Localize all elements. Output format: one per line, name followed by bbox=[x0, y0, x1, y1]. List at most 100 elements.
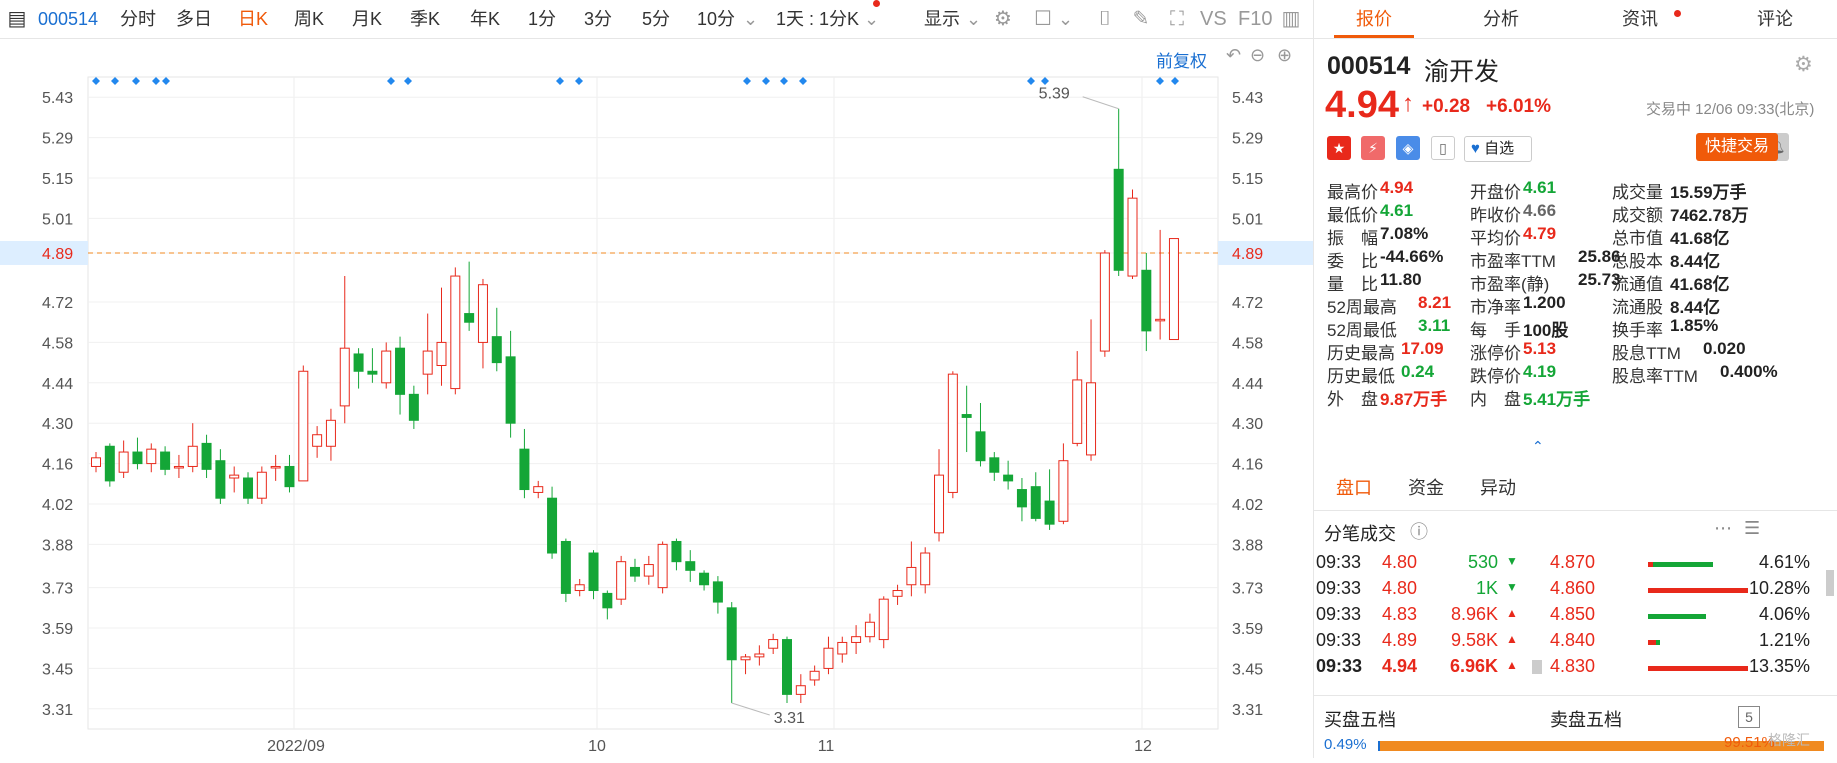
candle-body bbox=[1016, 489, 1027, 508]
candlestick-chart: 5.43 5.43 5.29 5.29 5.15 5.15 5.01 5.01 4.72 4.72… bbox=[0, 39, 1313, 758]
dist-price: 4.870 bbox=[1550, 552, 1596, 572]
tab-weekly-k[interactable]: 周K bbox=[294, 0, 324, 38]
stat-label: 涨停价 bbox=[1470, 344, 1521, 363]
list-icon[interactable]: ☰ bbox=[1744, 518, 1760, 539]
stat-label: 市盈率TTM bbox=[1470, 252, 1556, 271]
candle-body bbox=[104, 445, 115, 482]
tab-yearly-k[interactable]: 年K bbox=[470, 0, 500, 38]
layout-toggle-icon[interactable]: ▤ bbox=[6, 8, 28, 30]
candle-body bbox=[768, 639, 779, 649]
stat-label: 委 比 bbox=[1327, 252, 1378, 271]
candle-body bbox=[1155, 318, 1166, 322]
dist-bar-buy bbox=[1648, 640, 1656, 645]
tab-funds[interactable]: 资金 bbox=[1408, 466, 1444, 510]
display-menu[interactable]: 显示 bbox=[924, 0, 960, 38]
candle-body bbox=[533, 486, 544, 493]
gear-icon[interactable]: ⚙ bbox=[992, 8, 1014, 30]
tick-time: 09:33 bbox=[1316, 552, 1362, 572]
collapse-icon[interactable]: ⌃ bbox=[1532, 438, 1544, 455]
tab-news[interactable]: 资讯 bbox=[1590, 0, 1690, 38]
stat-value: 4.94 bbox=[1380, 178, 1414, 197]
vs-button[interactable]: VS bbox=[1200, 0, 1227, 38]
f10-button[interactable]: F10 bbox=[1238, 0, 1272, 38]
candle-body bbox=[547, 497, 558, 554]
chevron-down-icon[interactable]: ⌄ bbox=[743, 0, 758, 38]
shortcut-icon[interactable]: ⚡ bbox=[1361, 136, 1385, 160]
add-watchlist-button[interactable]: ♥ 自选 bbox=[1464, 136, 1532, 162]
stat-label: 52周最低 bbox=[1327, 321, 1397, 340]
notification-dot bbox=[873, 0, 880, 7]
more-icon[interactable]: ⋯ bbox=[1714, 518, 1732, 539]
undo-icon[interactable]: ↶ bbox=[1226, 45, 1241, 66]
tick-time: 09:33 bbox=[1316, 578, 1362, 598]
stat-value: 100股 bbox=[1523, 321, 1569, 340]
chevron-down-icon[interactable]: ⌄ bbox=[1058, 0, 1073, 38]
candle-body bbox=[1127, 197, 1138, 277]
tab-comments[interactable]: 评论 bbox=[1725, 0, 1825, 38]
candle-body bbox=[809, 670, 820, 681]
candle-body bbox=[187, 445, 198, 467]
y-tick-label-left: 3.88 bbox=[42, 537, 73, 554]
tab-3min[interactable]: 3分 bbox=[584, 0, 612, 38]
info-icon[interactable]: ⓘ bbox=[1410, 518, 1428, 544]
chevron-down-icon[interactable]: ⌄ bbox=[966, 0, 981, 38]
tab-analysis[interactable]: 分析 bbox=[1451, 0, 1551, 38]
stat-label: 最高价 bbox=[1327, 183, 1378, 202]
y-tick-label-left: 4.72 bbox=[42, 295, 73, 312]
y-tick-label-right: 5.15 bbox=[1232, 171, 1263, 188]
zoom-out-icon[interactable]: ⊖ bbox=[1250, 45, 1265, 66]
stat-label: 流通值 bbox=[1612, 275, 1663, 294]
tab-monthly-k[interactable]: 月K bbox=[352, 0, 382, 38]
candle-body bbox=[643, 564, 654, 577]
quick-trade-button[interactable]: 快捷交易 bbox=[1696, 133, 1778, 161]
tab-anomaly[interactable]: 异动 bbox=[1480, 466, 1516, 510]
chart-toolbar: ▤ 000514 分时 多日 日K 周K 月K 季K 年K 1分 3分 5分 1… bbox=[0, 0, 1313, 39]
tab-daily-k[interactable]: 日K bbox=[238, 0, 268, 38]
candle-body bbox=[1086, 382, 1097, 456]
tab-quarterly-k[interactable]: 季K bbox=[410, 0, 440, 38]
fullscreen-icon[interactable]: ⛶ bbox=[1166, 8, 1188, 30]
camera-icon[interactable]: ⌷ bbox=[1094, 8, 1116, 30]
stat-value: 11.80 bbox=[1380, 270, 1422, 289]
period-selector[interactable]: 1天 : 1分K bbox=[776, 0, 859, 38]
stock-code-label[interactable]: 000514 bbox=[38, 0, 98, 38]
stat-value: 7.08% bbox=[1380, 224, 1429, 243]
candle-body bbox=[851, 636, 862, 643]
stat-value: 17.09 bbox=[1401, 339, 1444, 358]
stat-label: 最低价 bbox=[1327, 206, 1378, 225]
square-icon[interactable]: ☐ bbox=[1032, 8, 1054, 30]
bookmark-icon[interactable]: ▯ bbox=[1431, 136, 1455, 160]
candle-body bbox=[1044, 500, 1055, 525]
tab-pankou[interactable]: 盘口 bbox=[1336, 466, 1372, 510]
stat-label: 成交量 bbox=[1612, 183, 1663, 202]
scroll-thumb-left[interactable] bbox=[1532, 660, 1542, 674]
y-tick-label-right: 4.72 bbox=[1232, 295, 1263, 312]
stat-value: 4.19 bbox=[1523, 362, 1557, 381]
tab-10min[interactable]: 10分 bbox=[697, 0, 735, 38]
zoom-in-icon[interactable]: ⊕ bbox=[1277, 45, 1292, 66]
tab-1min[interactable]: 1分 bbox=[528, 0, 556, 38]
candle-body bbox=[284, 465, 295, 488]
tag-icon[interactable]: ◈ bbox=[1396, 136, 1420, 160]
trade-status-time: 交易中 12/06 09:33(北京) bbox=[1646, 101, 1815, 118]
candle-body bbox=[878, 598, 889, 641]
dist-bar-sell bbox=[1653, 562, 1713, 567]
tab-multiday[interactable]: 多日 bbox=[176, 0, 212, 38]
stat-value: 8.21 bbox=[1418, 293, 1452, 312]
tick-time: 09:33 bbox=[1316, 656, 1363, 676]
tab-5min[interactable]: 5分 bbox=[642, 0, 670, 38]
scroll-thumb-right[interactable] bbox=[1826, 570, 1834, 596]
candle-body bbox=[947, 373, 958, 493]
restore-rights-button[interactable]: 前复权 bbox=[1156, 47, 1207, 72]
dist-price: 4.830 bbox=[1550, 656, 1596, 676]
stat-label: 量 比 bbox=[1327, 275, 1378, 294]
pencil-icon[interactable]: ✎ bbox=[1130, 8, 1152, 30]
tab-quote[interactable]: 报价 bbox=[1324, 0, 1424, 38]
panel-toggle-icon[interactable]: ▥ bbox=[1280, 8, 1302, 30]
y-tick-label-left: 3.31 bbox=[42, 702, 73, 719]
y-tick-label-right: 3.31 bbox=[1232, 702, 1263, 719]
five-levels-toggle[interactable]: 5 bbox=[1738, 706, 1760, 728]
tab-fenshi[interactable]: 分时 bbox=[120, 0, 156, 38]
settings-gear-icon[interactable]: ⚙ bbox=[1794, 52, 1813, 77]
arrow-up-icon: ▲ bbox=[1506, 606, 1518, 620]
